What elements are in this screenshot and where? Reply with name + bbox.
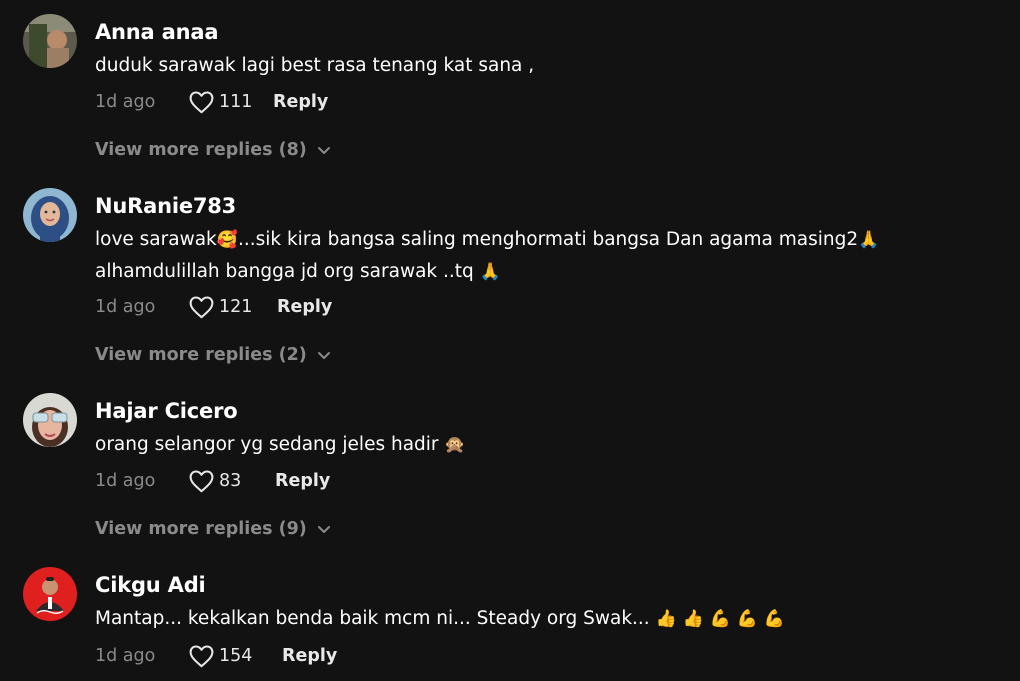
- thumbs-up-emoji: 👍: [655, 609, 677, 629]
- comment-list: Anna anaa duduk sarawak lagi best rasa t…: [0, 0, 1020, 681]
- folded-hands-emoji: 🙏: [858, 230, 880, 250]
- like-button[interactable]: 121: [188, 295, 277, 319]
- comment-timestamp: 1d ago: [95, 92, 156, 112]
- like-count: 111: [219, 92, 253, 112]
- view-more-replies-button[interactable]: View more replies (8): [95, 140, 332, 160]
- comment-text-part: alhamdulillah bangga jd org sarawak ..tq: [95, 261, 480, 282]
- comment-meta: 1d ago 111 Reply: [95, 87, 328, 117]
- comment-text: orang selangor yg sedang jeles hadir 🙊: [95, 429, 466, 461]
- avatar[interactable]: [23, 14, 77, 68]
- heart-outline-icon: [189, 296, 214, 319]
- comment-timestamp: 1d ago: [95, 297, 156, 317]
- comment-username[interactable]: Anna anaa: [95, 20, 219, 44]
- avatar[interactable]: [23, 393, 77, 447]
- like-count: 121: [219, 297, 253, 317]
- chevron-down-icon: [317, 147, 330, 154]
- reply-button[interactable]: Reply: [277, 297, 332, 317]
- reply-button[interactable]: Reply: [282, 646, 337, 666]
- comment-text: Mantap... kekalkan benda baik mcm ni... …: [95, 603, 785, 635]
- like-button[interactable]: 83: [188, 469, 275, 493]
- comment-text: love sarawak🥰...sik kira bangsa saling m…: [95, 224, 879, 288]
- heart-outline-icon: [189, 91, 214, 114]
- heart-outline-icon: [189, 470, 214, 493]
- view-more-replies-label: View more replies (8): [95, 140, 307, 160]
- see-no-evil-monkey-emoji: 🙊: [444, 435, 466, 455]
- comment-text-part: love sarawak: [95, 229, 217, 250]
- comment-text-part: ...sik kira bangsa saling menghormati ba…: [237, 229, 859, 250]
- view-more-replies-label: View more replies (2): [95, 345, 307, 365]
- flexed-biceps-emoji: 💪: [736, 609, 758, 629]
- comment-text-part: Mantap... kekalkan benda baik mcm ni... …: [95, 608, 656, 629]
- reply-button[interactable]: Reply: [273, 92, 328, 112]
- comment-username[interactable]: Cikgu Adi: [95, 573, 206, 597]
- comment-meta: 1d ago 154 Reply: [95, 641, 337, 671]
- comment-username[interactable]: NuRanie783: [95, 194, 236, 218]
- comment-text-part: duduk sarawak lagi best rasa tenang kat …: [95, 55, 535, 76]
- comment-text-part: orang selangor yg sedang jeles hadir: [95, 434, 445, 455]
- chevron-down-icon: [317, 526, 330, 533]
- like-count: 83: [219, 471, 242, 491]
- view-more-replies-button[interactable]: View more replies (2): [95, 345, 332, 365]
- comment-meta: 1d ago 121 Reply: [95, 292, 332, 322]
- thumbs-up-emoji: 👍: [682, 609, 704, 629]
- comment-username[interactable]: Hajar Cicero: [95, 399, 238, 423]
- comment-text: duduk sarawak lagi best rasa tenang kat …: [95, 50, 534, 82]
- avatar[interactable]: [23, 188, 77, 242]
- comment-timestamp: 1d ago: [95, 646, 156, 666]
- heart-outline-icon: [189, 645, 214, 668]
- reply-button[interactable]: Reply: [275, 471, 330, 491]
- flexed-biceps-emoji: 💪: [709, 609, 731, 629]
- view-more-replies-button[interactable]: View more replies (9): [95, 519, 332, 539]
- avatar[interactable]: [23, 567, 77, 621]
- like-button[interactable]: 111: [188, 90, 273, 114]
- comment-timestamp: 1d ago: [95, 471, 156, 491]
- comment-meta: 1d ago 83 Reply: [95, 466, 330, 496]
- flexed-biceps-emoji: 💪: [763, 609, 785, 629]
- smiling-face-with-hearts-emoji: 🥰: [216, 230, 238, 250]
- like-count: 154: [219, 646, 253, 666]
- chevron-down-icon: [317, 352, 330, 359]
- like-button[interactable]: 154: [188, 644, 282, 668]
- folded-hands-emoji: 🙏: [479, 262, 501, 282]
- view-more-replies-label: View more replies (9): [95, 519, 307, 539]
